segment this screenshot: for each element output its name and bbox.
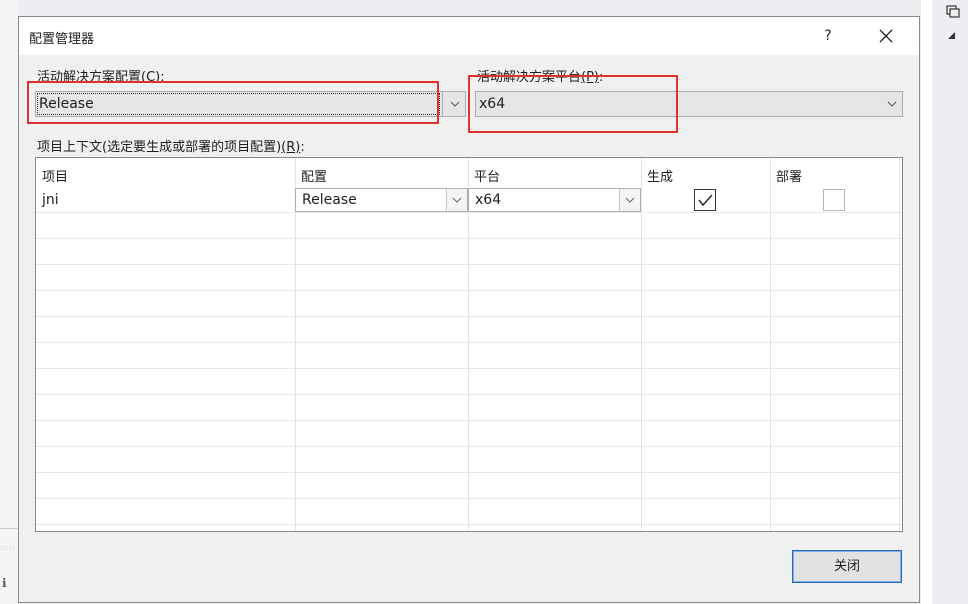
grid-row-line xyxy=(36,420,902,421)
column-header-project[interactable]: 项目 xyxy=(42,166,68,185)
ide-left-panel xyxy=(0,0,18,604)
grid-row-line xyxy=(36,238,902,239)
chevron-down-icon[interactable] xyxy=(445,92,465,116)
collapse-triangle-icon[interactable] xyxy=(944,28,958,42)
ide-info-icon: ℹ xyxy=(2,576,7,590)
row-config-value: Release xyxy=(302,192,357,208)
grid-row-line xyxy=(36,342,902,343)
grid-row-line xyxy=(36,472,902,473)
close-icon[interactable] xyxy=(871,23,901,49)
checkmark-icon xyxy=(698,194,713,207)
grid-col-line xyxy=(641,158,642,531)
project-contexts-grid[interactable]: 项目 配置 平台 生成 部署 jni Release x64 xyxy=(35,157,903,532)
row-platform-dropdown[interactable] xyxy=(619,189,640,211)
configuration-manager-dialog: 配置管理器 ? 活动解决方案配置(C): 活动解决方案平台(P): Releas… xyxy=(18,16,920,603)
grid-row-line xyxy=(36,524,902,525)
column-header-platform[interactable]: 平台 xyxy=(474,166,500,185)
window-restore-icon[interactable] xyxy=(946,4,960,18)
grid-row-line xyxy=(36,264,902,265)
ide-right-toolstrip xyxy=(932,0,968,604)
close-button[interactable]: 关闭 xyxy=(792,550,902,583)
row-config-combobox[interactable]: Release xyxy=(295,188,468,212)
grid-row-line xyxy=(36,290,902,291)
grid-row-line xyxy=(36,212,902,213)
grid-row-line xyxy=(36,446,902,447)
grid-row-line xyxy=(36,394,902,395)
chevron-down-icon xyxy=(625,197,635,203)
chevron-down-icon xyxy=(452,197,462,203)
chevron-down-icon[interactable] xyxy=(882,92,902,116)
build-checkbox[interactable] xyxy=(694,189,716,211)
highlight-box-platform xyxy=(468,75,678,133)
grid-col-line xyxy=(770,158,771,531)
grid-col-line xyxy=(468,158,469,531)
project-contexts-label: 项目上下文(选定要生成或部署的项目配置)(R): xyxy=(37,140,305,155)
highlight-box-config xyxy=(27,81,439,124)
grid-col-line xyxy=(899,158,900,531)
row-platform-value: x64 xyxy=(475,192,502,208)
deploy-checkbox[interactable] xyxy=(823,189,845,211)
help-button[interactable]: ? xyxy=(813,23,843,49)
dialog-title: 配置管理器 xyxy=(29,32,95,47)
grid-col-line xyxy=(295,158,296,531)
column-header-configuration[interactable]: 配置 xyxy=(301,166,327,185)
row-config-dropdown[interactable] xyxy=(446,189,467,211)
cell-project-name: jni xyxy=(42,192,59,208)
column-header-deploy[interactable]: 部署 xyxy=(776,166,802,185)
row-platform-combobox[interactable]: x64 xyxy=(468,188,641,212)
grid-row-line xyxy=(36,368,902,369)
grid-row-line xyxy=(36,316,902,317)
ide-grip-dots: ::::: xyxy=(0,545,16,552)
column-header-build[interactable]: 生成 xyxy=(647,166,673,185)
title-bar: 配置管理器 ? xyxy=(19,17,919,55)
combo-separator xyxy=(442,92,443,116)
grid-row-line xyxy=(36,498,902,499)
ide-divider xyxy=(0,528,18,529)
